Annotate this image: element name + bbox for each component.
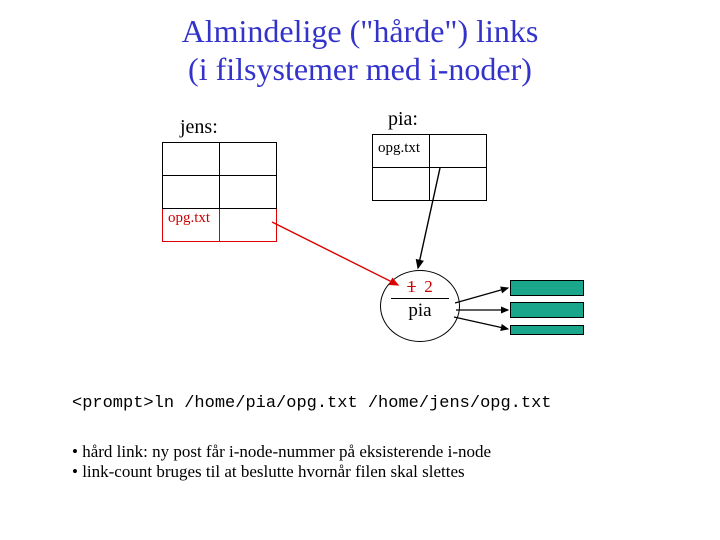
grid-jens: [162, 142, 277, 242]
data-block-1: [510, 280, 584, 296]
title-line2: (i filsystemer med i-noder): [188, 51, 532, 87]
bullet-2: link-count bruges til at beslutte hvornå…: [72, 462, 491, 482]
command-text: ln /home/pia/opg.txt /home/jens/opg.txt: [154, 394, 552, 413]
count-old: 1: [407, 277, 416, 296]
prompt-tag: <prompt>: [72, 394, 154, 413]
data-block-3: [510, 325, 584, 335]
count-new: 2: [424, 277, 433, 296]
inode-circle: 1 2 pia: [380, 270, 460, 342]
title-line1: Almindelige ("hårde") links: [182, 13, 539, 49]
cell-pia-opg: opg.txt: [378, 140, 420, 157]
cell-jens-opg: opg.txt: [168, 210, 210, 227]
command-line: <prompt>ln /home/pia/opg.txt /home/jens/…: [72, 394, 552, 413]
data-block-2: [510, 302, 584, 318]
label-pia: pia:: [388, 108, 418, 131]
bullet-list: hård link: ny post får i-node-nummer på …: [72, 442, 491, 482]
bullet-1: hård link: ny post får i-node-nummer på …: [72, 442, 491, 462]
slide-title: Almindelige ("hårde") links (i filsystem…: [0, 0, 720, 89]
inode-name: pia: [381, 300, 459, 322]
label-jens: jens:: [180, 116, 218, 139]
inode-link-count: 1 2: [381, 277, 459, 297]
